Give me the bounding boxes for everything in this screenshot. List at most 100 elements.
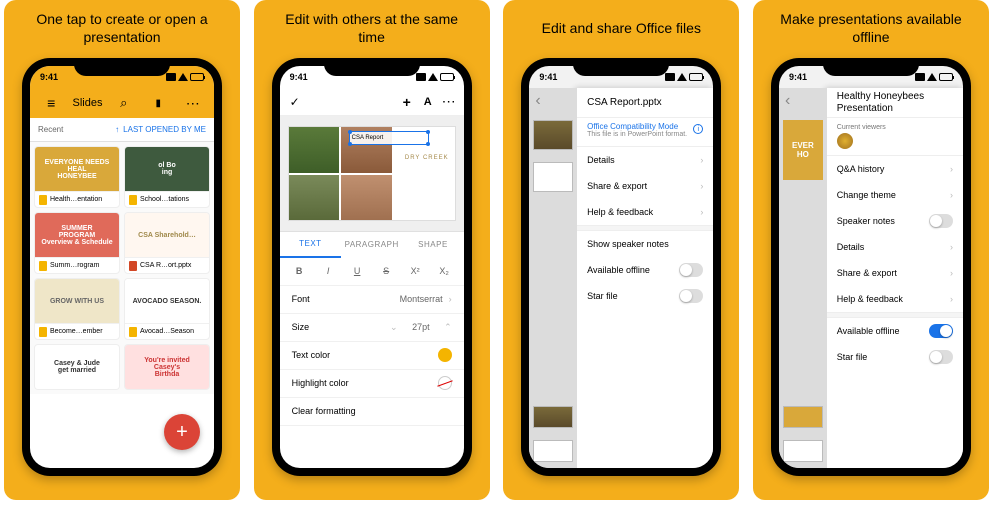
menu-star-file[interactable]: Star file — [827, 344, 963, 370]
phone-4: 9:41 EVER HO Healthy Honeybees Presentat… — [771, 58, 971, 476]
back-icon[interactable] — [535, 92, 540, 110]
status-time: 9:41 — [290, 72, 308, 82]
menu-item[interactable]: Speaker notes — [827, 208, 963, 234]
toggle-offline[interactable] — [929, 324, 953, 338]
menu-item[interactable]: Help & feedback — [827, 286, 963, 312]
menu-item[interactable]: Share & export — [577, 173, 713, 199]
menu-available-offline[interactable]: Available offline — [827, 318, 963, 344]
subscript-button[interactable]: X₂ — [435, 266, 454, 276]
file-card[interactable]: You're invited Casey's Birthda — [124, 344, 210, 390]
tab-paragraph[interactable]: PARAGRAPH — [341, 232, 402, 258]
file-name: CSA R…ort.pptx — [140, 262, 191, 269]
highlight-color-row[interactable]: Highlight color — [280, 370, 464, 398]
filter-bar: Recent LAST OPENED BY ME — [30, 118, 214, 142]
drawer-title: Healthy Honeybees Presentation — [827, 88, 963, 118]
italic-button[interactable]: I — [319, 266, 338, 276]
file-card[interactable]: AVOCADO SEASON.Avocad…Season — [124, 278, 210, 340]
slide-brand: DRY CREEK — [405, 155, 449, 161]
file-name: Become…ember — [50, 328, 103, 335]
tab-text[interactable]: TEXT — [280, 232, 341, 258]
editor-toolbar: A — [280, 88, 464, 116]
file-grid: EVERYONE NEEDS HEAL HONEYBEEHealth…entat… — [30, 142, 214, 394]
editor-canvas: DRY CREEK CSA Report — [280, 116, 464, 231]
underline-button[interactable]: U — [348, 266, 367, 276]
chevron-right-icon — [950, 294, 953, 304]
format-icon[interactable]: A — [424, 96, 432, 108]
superscript-button[interactable]: X² — [406, 266, 425, 276]
toggle-offline[interactable] — [679, 263, 703, 277]
powerpoint-icon — [129, 261, 137, 271]
filter-recent[interactable]: Recent — [38, 125, 63, 134]
menu-item[interactable]: Q&A history — [827, 156, 963, 182]
app-bar: Slides — [30, 88, 214, 118]
phone-2: 9:41 A DRY CREEK CSA Report — [272, 58, 472, 476]
menu-icon[interactable] — [38, 96, 65, 110]
chevron-right-icon — [950, 268, 953, 278]
bold-button[interactable]: B — [290, 266, 309, 276]
strikethrough-button[interactable]: S — [377, 266, 396, 276]
slide[interactable]: DRY CREEK CSA Report — [288, 126, 456, 221]
avatar[interactable] — [837, 133, 853, 149]
battery-icon — [939, 73, 953, 81]
slides-icon — [39, 261, 47, 271]
chevron-right-icon — [950, 190, 953, 200]
background-editor: EVER HO — [779, 88, 827, 468]
selected-textbox[interactable]: CSA Report — [349, 131, 429, 145]
file-card[interactable]: CSA Sharehold…CSA R…ort.pptx — [124, 212, 210, 274]
signal-icon — [665, 73, 675, 81]
folder-icon[interactable] — [145, 96, 172, 110]
tab-shape[interactable]: SHAPE — [402, 232, 463, 258]
toggle-star[interactable] — [679, 289, 703, 303]
file-card[interactable]: Casey & Jude get married — [34, 344, 120, 390]
wifi-icon — [178, 73, 188, 81]
text-style-tools: BIUS X² X₂ — [280, 258, 464, 286]
panel-1: One tap to create or open a presentation… — [4, 0, 240, 500]
overflow-icon[interactable] — [180, 96, 207, 110]
sort-button[interactable]: LAST OPENED BY ME — [115, 125, 206, 134]
menu-star-file[interactable]: Star file — [577, 283, 713, 309]
insert-icon[interactable] — [400, 95, 414, 109]
chevron-right-icon — [700, 181, 703, 191]
menu-item[interactable]: Share & export — [827, 260, 963, 286]
wifi-icon — [677, 73, 687, 81]
size-row[interactable]: Size⌄ 27pt ⌃ — [280, 314, 464, 342]
status-time: 9:41 — [789, 72, 807, 82]
menu-item[interactable]: Details — [577, 147, 713, 173]
menu-item[interactable]: Help & feedback — [577, 199, 713, 225]
font-row[interactable]: FontMontserrat — [280, 286, 464, 314]
clear-formatting-row[interactable]: Clear formatting — [280, 398, 464, 426]
status-time: 9:41 — [40, 72, 58, 82]
phone-1: 9:41 Slides Recent LAST OPENED BY ME EVE… — [22, 58, 222, 476]
toggle-speaker-notes[interactable] — [929, 214, 953, 228]
file-card[interactable]: ol Bo ingSchool…tations — [124, 146, 210, 208]
file-name: Summ…rogram — [50, 262, 99, 269]
compatibility-notice[interactable]: Office Compatibility Mode This file is i… — [577, 118, 713, 147]
menu-item[interactable]: Change theme — [827, 182, 963, 208]
file-name: Health…entation — [50, 196, 102, 203]
caption-3: Edit and share Office files — [524, 10, 719, 58]
back-icon[interactable] — [785, 92, 790, 110]
chevron-right-icon — [950, 242, 953, 252]
menu-item[interactable]: Details — [827, 234, 963, 260]
file-drawer: CSA Report.pptx Office Compatibility Mod… — [577, 88, 713, 468]
battery-icon — [689, 73, 703, 81]
file-card[interactable]: EVERYONE NEEDS HEAL HONEYBEEHealth…entat… — [34, 146, 120, 208]
toggle-star[interactable] — [929, 350, 953, 364]
file-name: School…tations — [140, 196, 189, 203]
file-card[interactable]: SUMMER PROGRAM Overview & ScheduleSumm…r… — [34, 212, 120, 274]
phone-3: 9:41 CSA Report.pptx Office Compatibilit — [521, 58, 721, 476]
text-color-row[interactable]: Text color — [280, 342, 464, 370]
slides-icon — [129, 195, 137, 205]
menu-available-offline[interactable]: Available offline — [577, 257, 713, 283]
battery-icon — [190, 73, 204, 81]
format-panel: TEXTPARAGRAPHSHAPE BIUS X² X₂ FontMontserr… — [280, 231, 464, 426]
panel-2: Edit with others at the same time 9:41 A… — [254, 0, 490, 500]
drawer-title: CSA Report.pptx — [577, 88, 713, 118]
done-icon[interactable] — [288, 95, 302, 109]
file-card[interactable]: GROW WITH USBecome…ember — [34, 278, 120, 340]
search-icon[interactable] — [110, 96, 137, 110]
app-title: Slides — [73, 97, 103, 109]
fab-new[interactable]: + — [164, 414, 200, 450]
overflow-icon[interactable] — [442, 95, 456, 109]
menu-speaker-notes[interactable]: Show speaker notes — [577, 231, 713, 257]
